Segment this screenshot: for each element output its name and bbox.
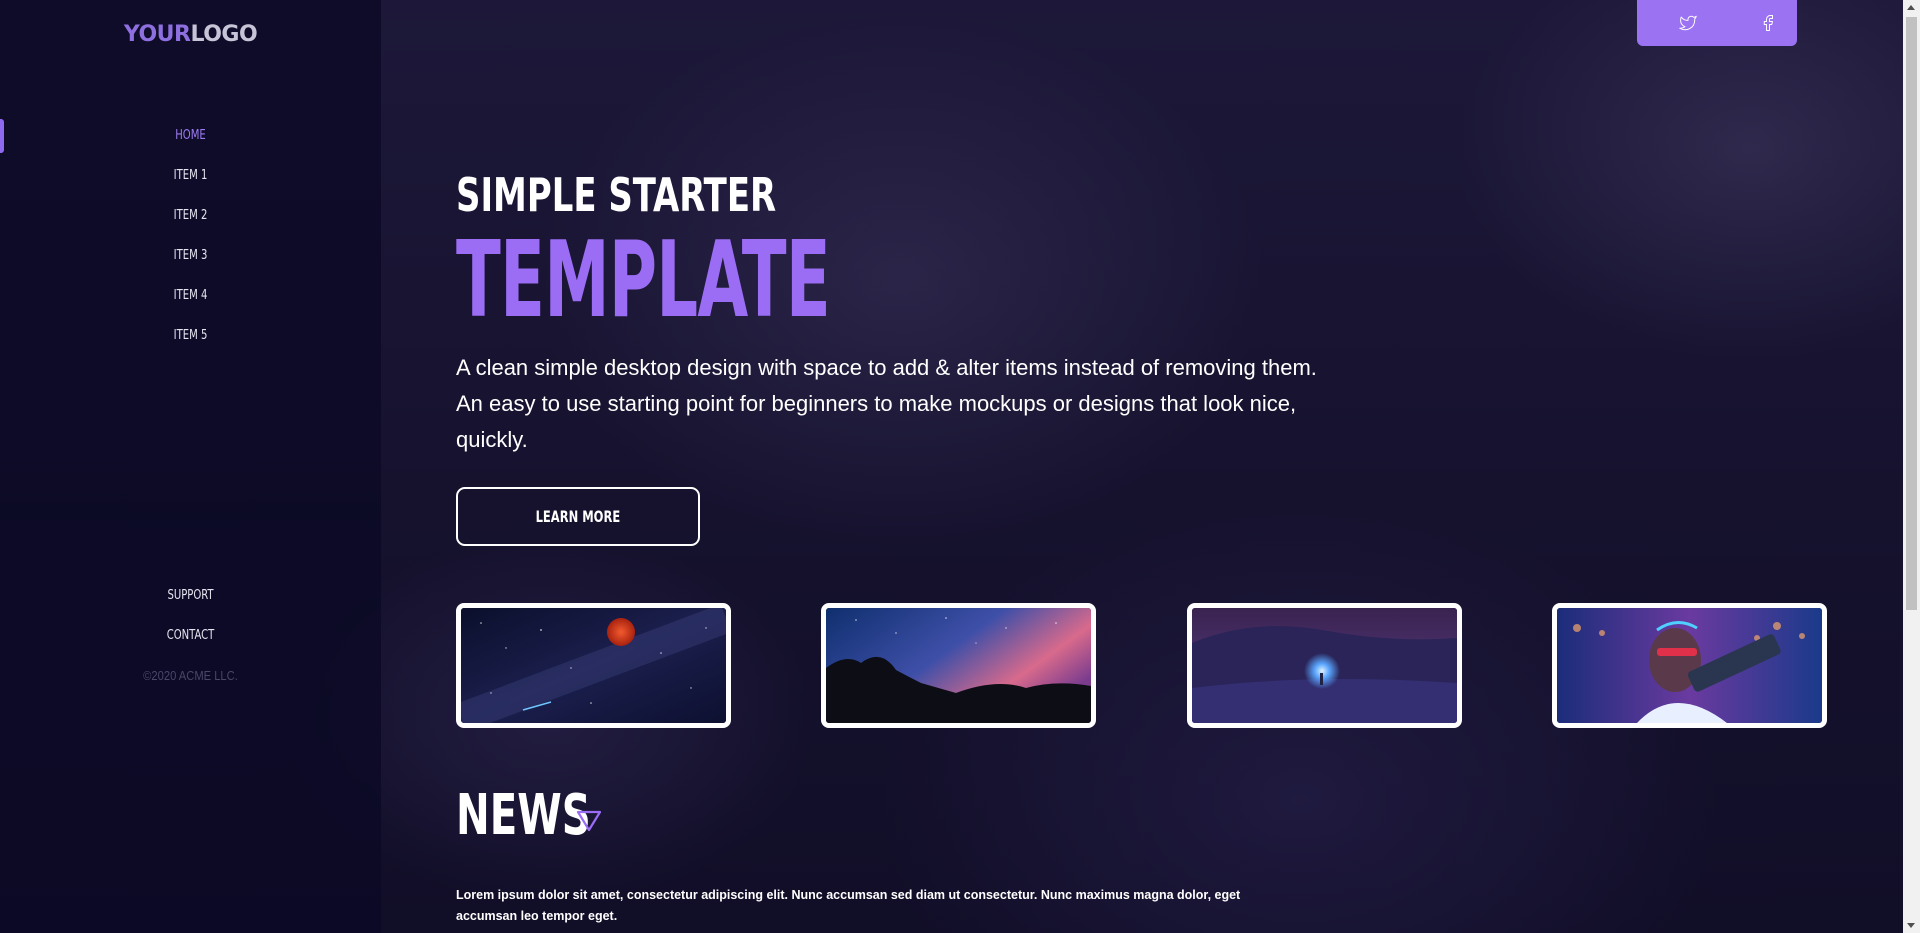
neon-portrait-image[interactable] bbox=[1552, 603, 1827, 728]
facebook-icon[interactable] bbox=[1759, 14, 1777, 32]
scroll-up-icon[interactable] bbox=[1907, 5, 1915, 10]
nav-item-3[interactable]: ITEM 3 bbox=[27, 248, 355, 263]
hero-subtitle: SIMPLE STARTER bbox=[456, 168, 777, 222]
logo[interactable]: YOURLOGO bbox=[0, 22, 381, 47]
nav-item-5[interactable]: ITEM 5 bbox=[27, 328, 355, 343]
twitter-icon[interactable] bbox=[1679, 14, 1697, 32]
scroll-down-icon[interactable] bbox=[1907, 923, 1915, 928]
space-moon-image[interactable] bbox=[456, 603, 731, 728]
news-title: NEWS bbox=[456, 783, 591, 848]
contact-link[interactable]: CONTACT bbox=[27, 628, 355, 643]
hero-description: A clean simple desktop design with space… bbox=[456, 355, 1317, 452]
social-links bbox=[1637, 0, 1797, 46]
scrollbar-thumb[interactable] bbox=[1906, 17, 1917, 610]
news-text: Lorem ipsum dolor sit amet, consectetur … bbox=[456, 888, 1241, 923]
copyright: ©2020 ACME LLC. bbox=[143, 668, 238, 683]
sidebar: YOURLOGO HOME ITEM 1 ITEM 2 ITEM 3 ITEM … bbox=[0, 0, 381, 933]
snow-night-light-image[interactable] bbox=[1187, 603, 1462, 728]
scrollbar[interactable] bbox=[1903, 0, 1920, 933]
logo-part-1: YOUR bbox=[123, 22, 191, 47]
nav-item-4[interactable]: ITEM 4 bbox=[27, 288, 355, 303]
nav-item-1[interactable]: ITEM 1 bbox=[27, 168, 355, 183]
logo-part-2: LOGO bbox=[190, 22, 258, 47]
nav-item-home[interactable]: HOME bbox=[27, 128, 355, 143]
support-link[interactable]: SUPPORT bbox=[27, 588, 355, 603]
triangle-down-icon[interactable] bbox=[576, 810, 602, 832]
hero-title: TEMPLATE bbox=[456, 218, 831, 342]
night-sky-rocks-image[interactable] bbox=[821, 603, 1096, 728]
page: YOURLOGO HOME ITEM 1 ITEM 2 ITEM 3 ITEM … bbox=[0, 0, 1920, 933]
learn-more-button[interactable]: LEARN MORE bbox=[456, 487, 700, 546]
learn-more-label: LEARN MORE bbox=[535, 507, 621, 526]
nav-active-indicator bbox=[0, 119, 4, 153]
nav-item-2[interactable]: ITEM 2 bbox=[27, 208, 355, 223]
